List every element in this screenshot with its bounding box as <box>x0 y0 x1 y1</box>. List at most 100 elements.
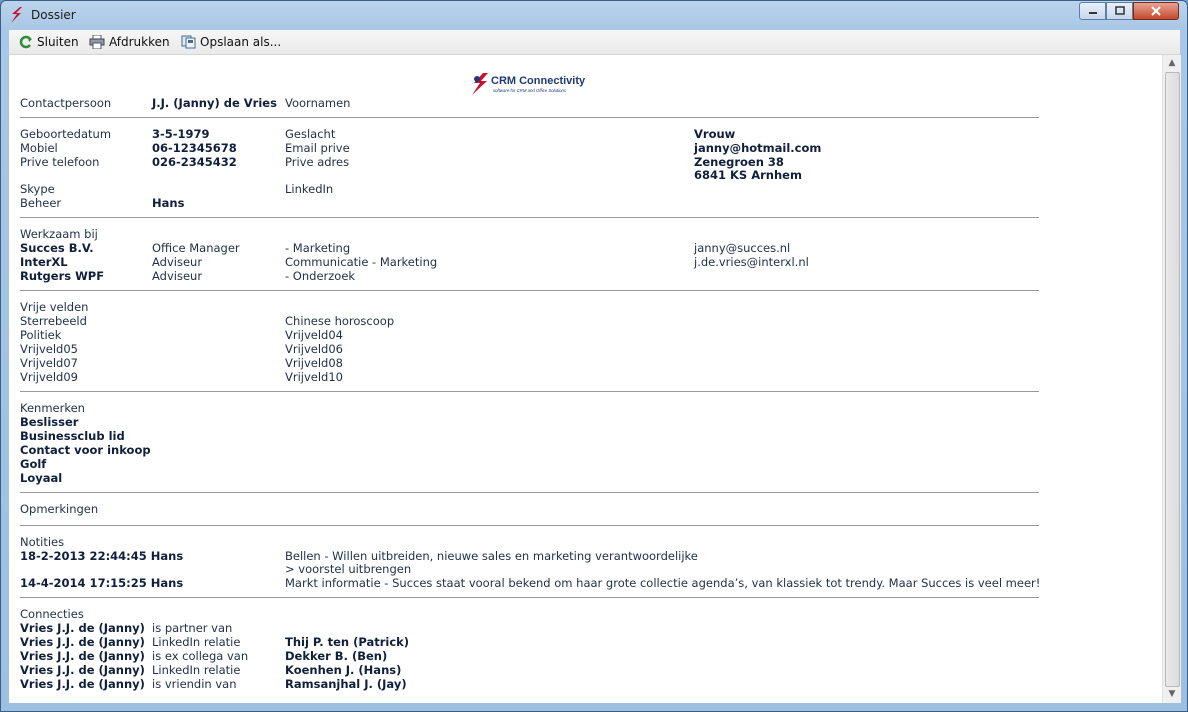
save-as-button[interactable]: Opslaan als... <box>181 33 281 51</box>
divider <box>20 217 1039 218</box>
connectie-person: Vries J.J. de (Janny) <box>20 677 145 691</box>
vrije-veld-right: Vrijveld04 <box>285 328 343 342</box>
notitie-datetime: 14-4-2014 17:15:25 Hans <box>20 576 184 590</box>
divider <box>20 492 1039 493</box>
email-label: Email prive <box>285 141 350 155</box>
telefoon-label: Prive telefoon <box>20 155 100 169</box>
connectie-relation: LinkedIn relatie <box>152 663 241 677</box>
werk-company: Succes B.V. <box>20 241 94 255</box>
close-window-button[interactable] <box>1133 2 1179 20</box>
werk-company: InterXL <box>20 255 68 269</box>
printer-icon <box>89 35 105 49</box>
vrije-veld-right: Vrijveld10 <box>285 370 343 384</box>
vrije-veld-right: Vrijveld08 <box>285 356 343 370</box>
minimize-button[interactable] <box>1079 2 1106 20</box>
toolbar: Sluiten Afdrukken Opslaan als... <box>9 30 1180 55</box>
mobiel-label: Mobiel <box>20 141 58 155</box>
connectie-other: Koenhen J. (Hans) <box>285 663 402 677</box>
connectie-relation: LinkedIn relatie <box>152 635 241 649</box>
adres-line2: 6841 KS Arnhem <box>694 168 802 182</box>
dossier-content: CRM Connectivity software for CRM and Of… <box>9 55 1162 703</box>
contact-name: J.J. (Janny) de Vries <box>152 96 277 110</box>
kenmerken-label: Kenmerken <box>20 401 85 415</box>
notitie-text: Bellen - Willen uitbreiden, nieuwe sales… <box>285 549 698 563</box>
kenmerk-item: Beslisser <box>20 415 79 429</box>
werk-role: Adviseur <box>152 255 203 269</box>
voornamen-label: Voornamen <box>285 96 351 110</box>
kenmerk-item: Golf <box>20 457 47 471</box>
kenmerk-item: Businessclub lid <box>20 429 125 443</box>
connecties-label: Connecties <box>20 607 84 621</box>
werk-dept: - Marketing <box>285 241 351 255</box>
close-icon <box>1151 6 1161 16</box>
notities-label: Notities <box>20 535 65 549</box>
skype-label: Skype <box>20 182 55 196</box>
logo-icon: CRM Connectivity software for CRM and Of… <box>472 73 586 95</box>
contact-label: Contactpersoon <box>20 96 112 110</box>
email-value[interactable]: janny@hotmail.com <box>694 141 821 155</box>
scroll-down-icon[interactable]: ▼ <box>1165 687 1179 701</box>
connectie-person: Vries J.J. de (Janny) <box>20 621 145 635</box>
close-label: Sluiten <box>37 35 79 49</box>
werk-company: Rutgers WPF <box>20 269 105 283</box>
save-as-label: Opslaan als... <box>200 35 282 49</box>
maximize-icon <box>1114 6 1125 15</box>
werk-email[interactable]: j.de.vries@interxl.nl <box>694 255 809 269</box>
window-title: Dossier <box>31 8 76 22</box>
opmerkingen-label: Opmerkingen <box>20 502 99 516</box>
connectie-person: Vries J.J. de (Janny) <box>20 635 145 649</box>
minimize-icon <box>1088 12 1097 14</box>
connectie-person: Vries J.J. de (Janny) <box>20 663 145 677</box>
vrije-veld-left: Vrijveld05 <box>20 342 78 356</box>
scroll-up-icon[interactable]: ▲ <box>1165 56 1179 70</box>
crm-connectivity-logo: CRM Connectivity software for CRM and Of… <box>469 71 594 97</box>
notitie-datetime: 18-2-2013 22:44:45 Hans <box>20 549 184 563</box>
geslacht-label: Geslacht <box>285 127 336 141</box>
werk-dept: - Onderzoek <box>285 269 356 283</box>
divider <box>20 391 1039 392</box>
vrije-veld-right: Chinese horoscoop <box>285 314 395 328</box>
vrije-veld-left: Vrijveld07 <box>20 356 78 370</box>
beheer-value: Hans <box>152 196 185 210</box>
vrije-veld-left: Vrijveld09 <box>20 370 78 384</box>
vrije-veld-left: Politiek <box>20 328 62 342</box>
mobiel-value: 06-12345678 <box>152 141 237 155</box>
maximize-button[interactable] <box>1106 2 1133 20</box>
vrije-veld-right: Vrijveld06 <box>285 342 343 356</box>
vertical-scrollbar[interactable]: ▲ ▼ <box>1162 55 1181 703</box>
dossier-window: Dossier Sluiten Afdrukken Opslaan als...… <box>0 0 1188 712</box>
divider <box>20 525 1039 526</box>
divider <box>20 290 1039 291</box>
connectie-relation: is vriendin van <box>152 677 237 691</box>
connectie-other: Thij P. ten (Patrick) <box>285 635 410 649</box>
save-copy-icon <box>181 35 196 49</box>
adres-label: Prive adres <box>285 155 350 169</box>
kenmerk-item: Contact voor inkoop <box>20 443 151 457</box>
connectie-other: Ramsanjhal J. (Jay) <box>285 677 407 691</box>
svg-text:CRM Connectivity: CRM Connectivity <box>491 75 586 87</box>
connectie-relation: is partner van <box>152 621 233 635</box>
geboortedatum-value: 3-5-1979 <box>152 127 210 141</box>
werk-role: Office Manager <box>152 241 240 255</box>
telefoon-value: 026-2345432 <box>152 155 237 169</box>
connectie-other: Dekker B. (Ben) <box>285 649 388 663</box>
beheer-label: Beheer <box>20 196 62 210</box>
werk-label: Werkzaam bij <box>20 227 98 241</box>
werk-role: Adviseur <box>152 269 203 283</box>
vrije-velden-label: Vrije velden <box>20 300 89 314</box>
print-label: Afdrukken <box>109 35 170 49</box>
close-button[interactable]: Sluiten <box>19 33 79 51</box>
title-bar[interactable]: Dossier <box>1 1 1187 29</box>
app-icon <box>11 7 22 23</box>
connectie-person: Vries J.J. de (Janny) <box>20 649 145 663</box>
svg-text:software for CRM and Office So: software for CRM and Office Solutions <box>493 88 567 93</box>
scrollbar-thumb[interactable] <box>1165 72 1180 687</box>
notitie-text: Markt informatie - Succes staat vooral b… <box>285 576 1041 590</box>
print-button[interactable]: Afdrukken <box>89 33 170 51</box>
geboortedatum-label: Geboortedatum <box>20 127 112 141</box>
notitie-text-continued: > voorstel uitbrengen <box>285 562 412 576</box>
werk-dept: Communicatie - Marketing <box>285 255 438 269</box>
werk-email[interactable]: janny@succes.nl <box>694 241 790 255</box>
linkedin-label: LinkedIn <box>285 182 334 196</box>
kenmerk-item: Loyaal <box>20 471 63 485</box>
